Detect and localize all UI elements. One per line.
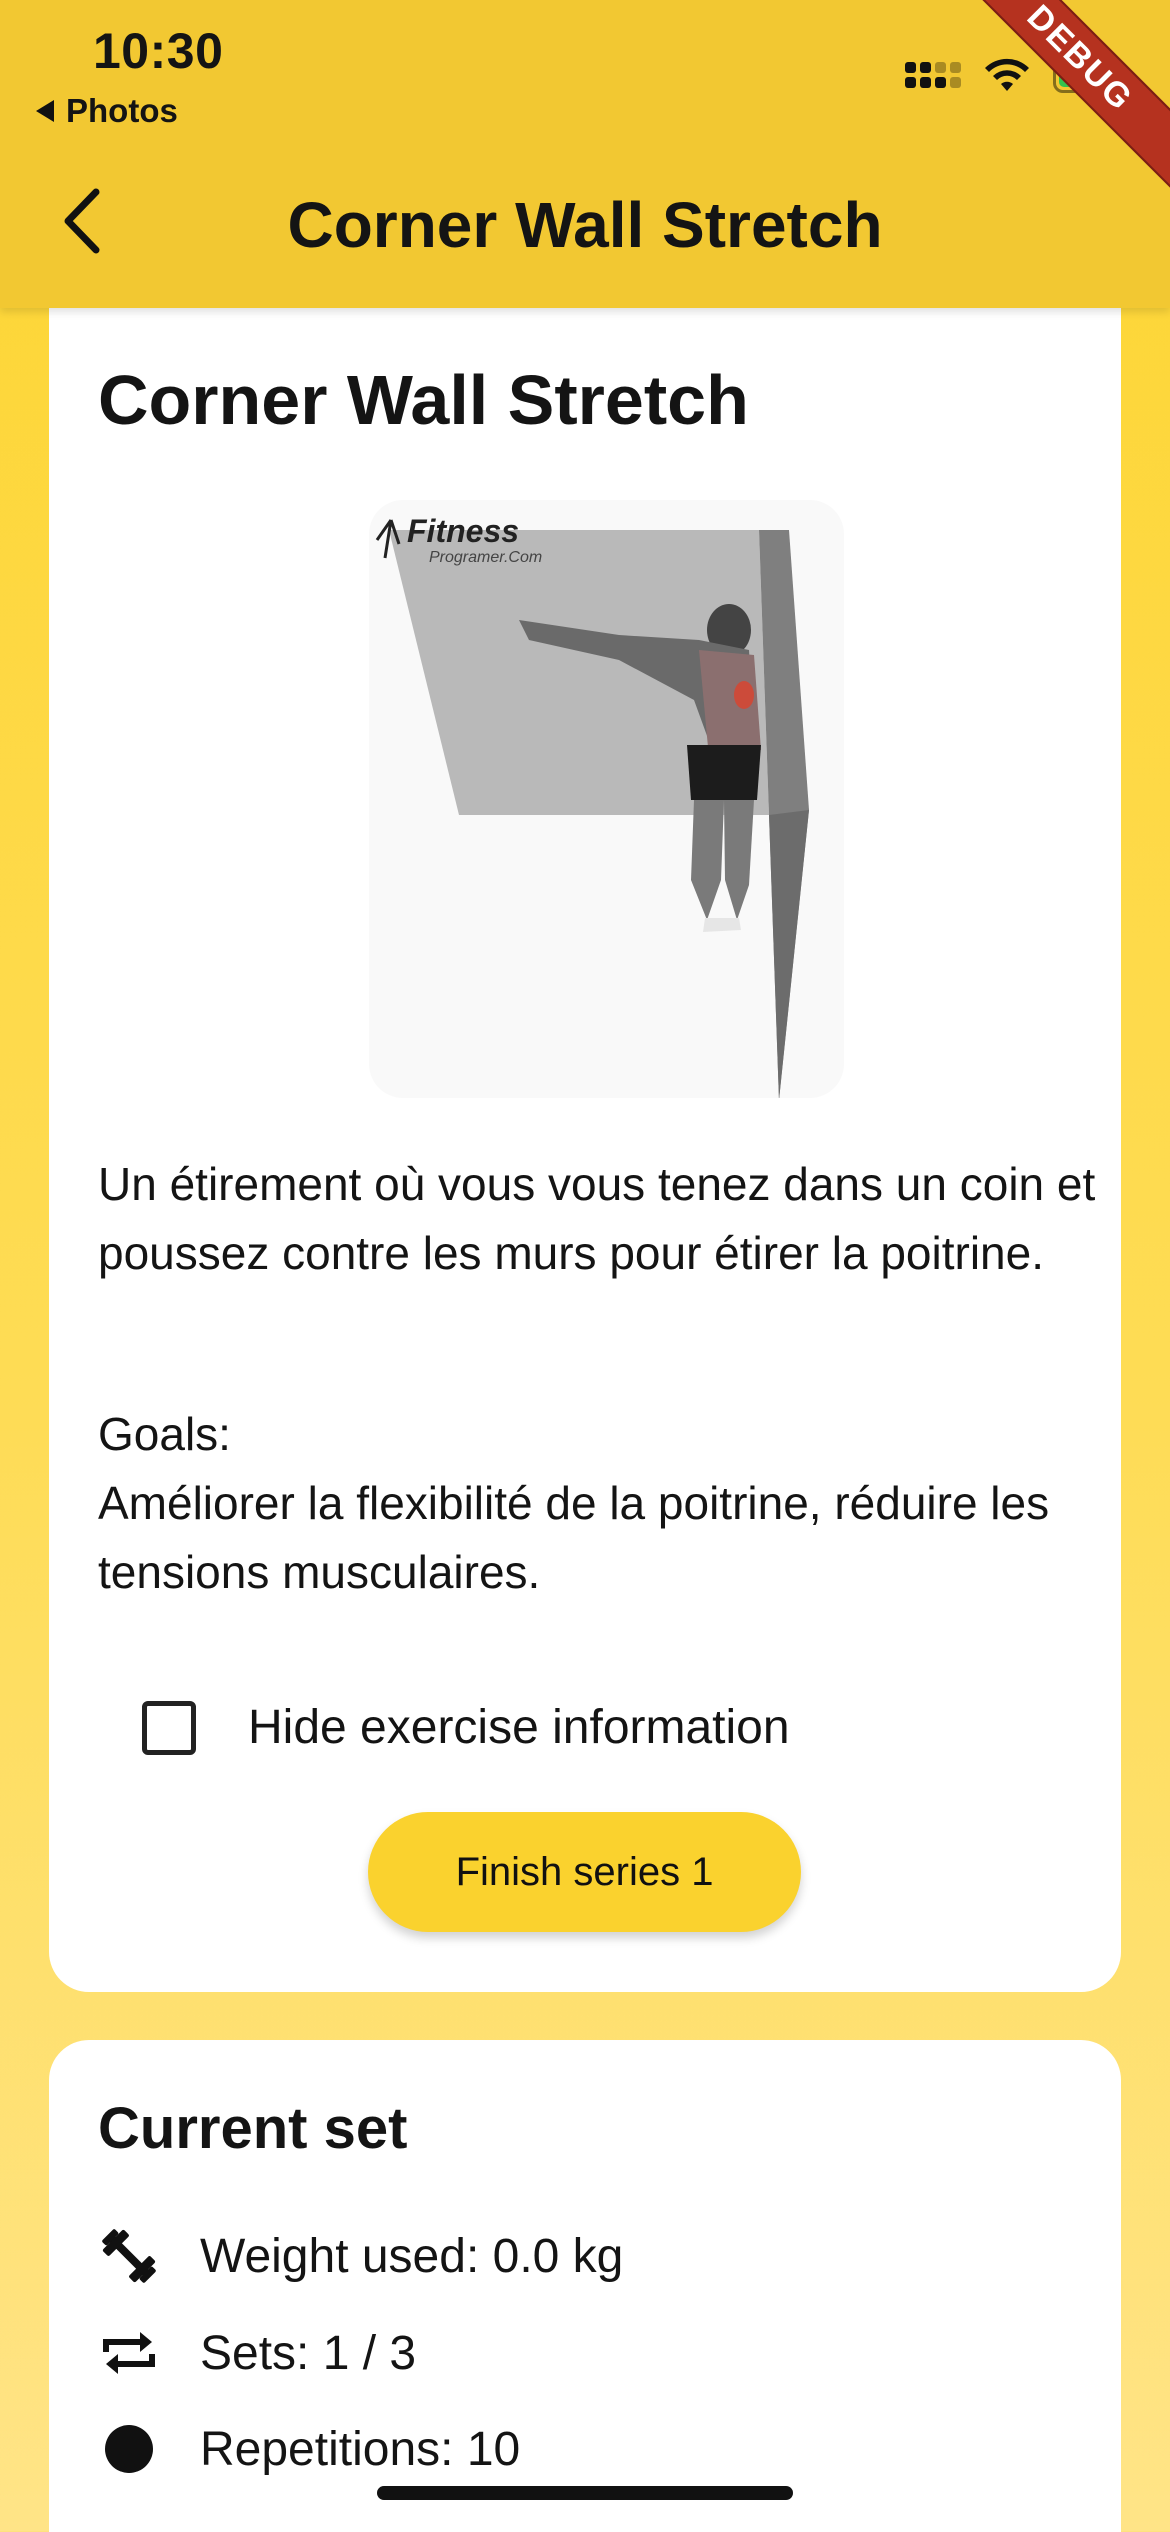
dumbbell-icon [102,2229,156,2283]
cellular-signal-icon [905,62,961,88]
back-app-label: Photos [66,92,178,129]
back-triangle-icon [36,100,54,122]
weight-row: Weight used: 0.0 kg [98,2225,623,2287]
svg-text:Fitness: Fitness [407,513,519,549]
weight-text: Weight used: 0.0 kg [200,2229,624,2283]
home-indicator[interactable] [377,2486,793,2500]
back-to-photos[interactable]: Photos [36,92,178,130]
exercise-goals: Goals: Améliorer la flexibilité de la po… [98,1400,1098,1607]
hide-info-checkbox[interactable] [142,1700,196,1755]
app-bar: 10:30 Photos Corner Wall Stretch [0,0,1170,308]
sets-row: Sets: 1 / 3 [98,2322,416,2384]
repetitions-text: Repetitions: 10 [200,2422,521,2476]
app-bar-title: Corner Wall Stretch [287,189,883,261]
exercise-illustration: Fitness Programer.Com [369,500,844,1098]
repetitions-row: Repetitions: 10 [98,2418,520,2480]
filled-circle-icon [105,2425,153,2473]
finish-series-button[interactable]: Finish series 1 [368,1812,801,1932]
exercise-card: Corner Wall Stretch Fitness Programer.Co… [49,250,1121,1992]
current-set-title: Current set [98,2096,408,2161]
svg-text:Programer.Com: Programer.Com [429,549,542,566]
hide-info-label: Hide exercise information [248,1701,790,1754]
exercise-title: Corner Wall Stretch [98,361,749,439]
exercise-description: Un étirement où vous vous tenez dans un … [98,1158,1096,1279]
wifi-icon [985,58,1029,91]
current-set-card: Current set Weight used: 0.0 kg Sets: 1 … [49,2040,1121,2532]
goals-text: Améliorer la flexibilité de la poitrine,… [98,1477,1050,1598]
repeat-icon [103,2332,155,2374]
goals-label: Goals: [98,1408,231,1460]
status-time: 10:30 [93,23,224,79]
sets-text: Sets: 1 / 3 [200,2326,417,2380]
hide-info-row[interactable]: Hide exercise information [142,1700,790,1755]
